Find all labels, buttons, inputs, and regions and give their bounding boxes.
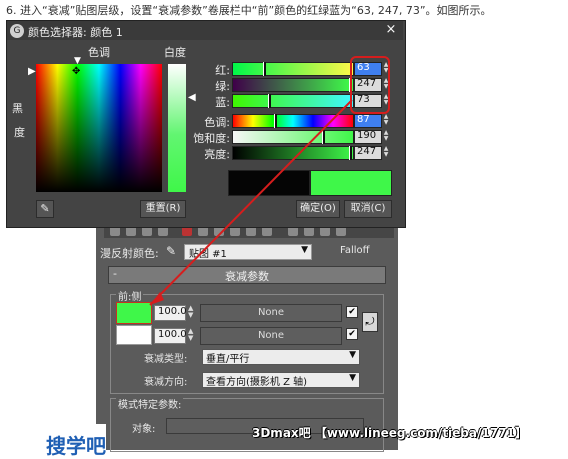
site-logo: 搜学吧: [46, 434, 106, 458]
site-watermark: 3Dmax吧 【www.lineeg.com/tieba/1771】: [252, 426, 527, 440]
annotation-arrow: [149, 99, 353, 306]
